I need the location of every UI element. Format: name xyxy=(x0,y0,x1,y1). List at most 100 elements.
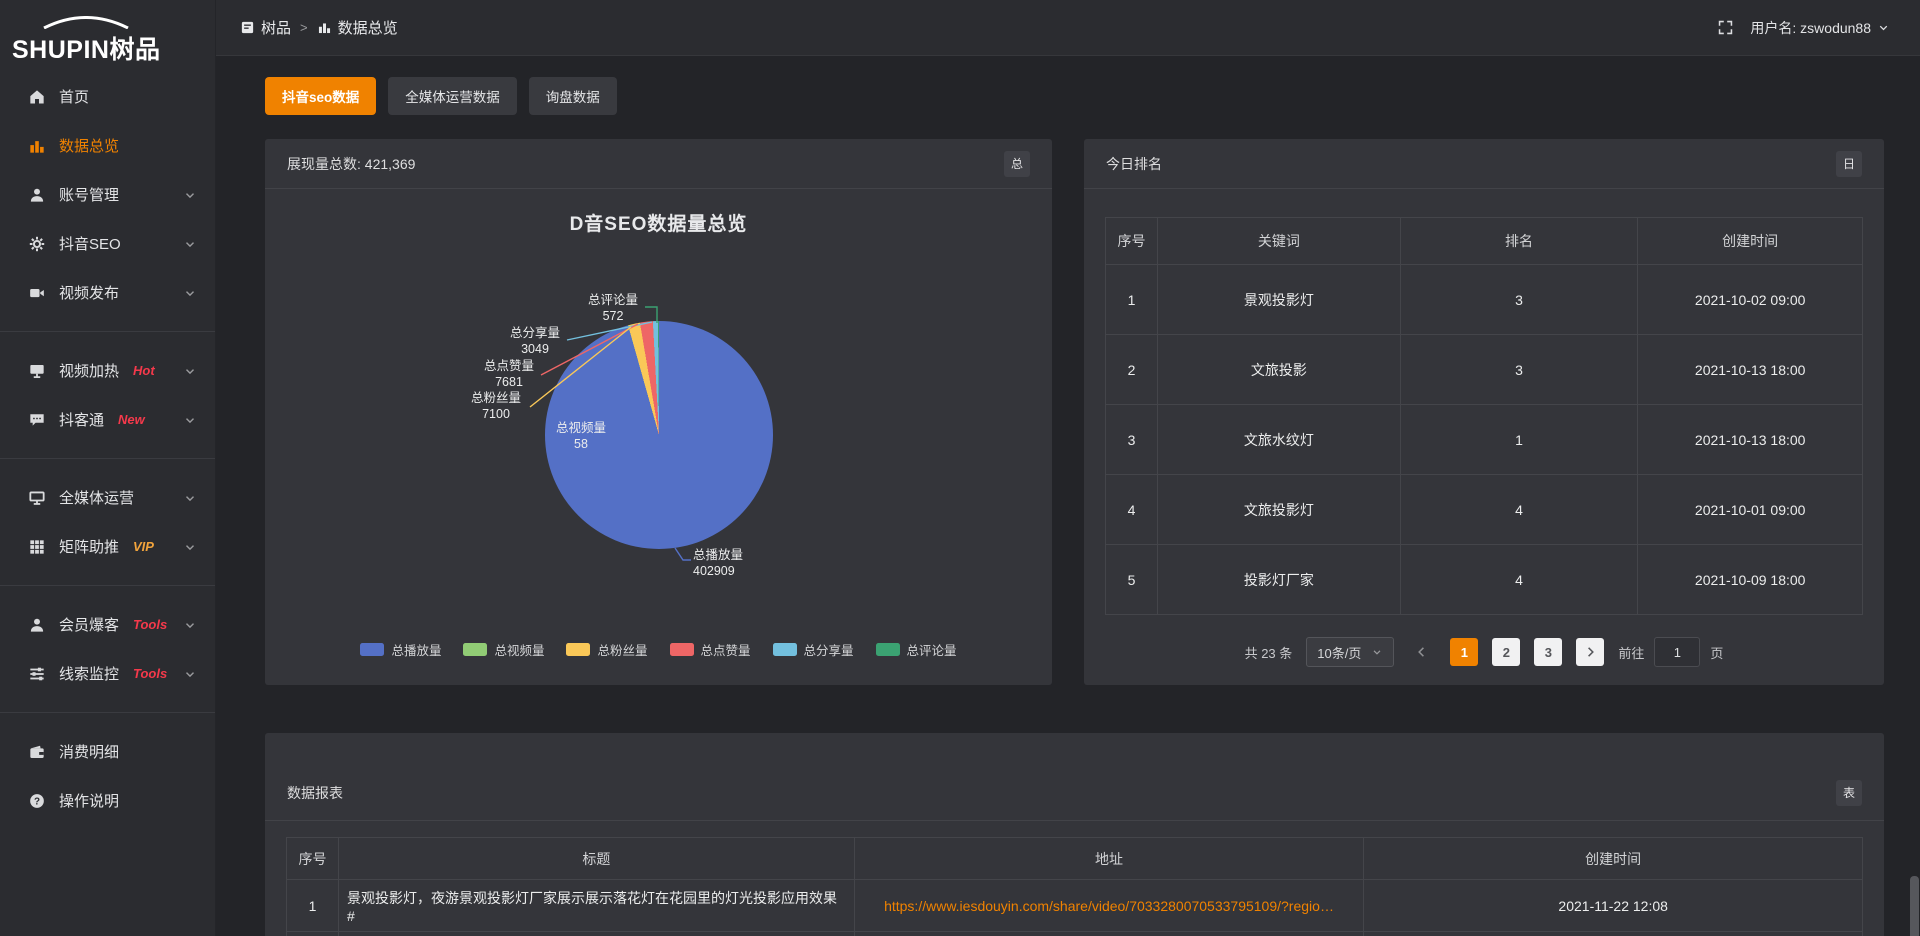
page-jump: 前往 页 xyxy=(1618,637,1723,667)
sidebar-item-douyin-seo[interactable]: 抖音SEO xyxy=(0,219,215,268)
sidebar-item-doketong[interactable]: 抖客通 New xyxy=(0,395,215,444)
legend-item[interactable]: 总分享量 xyxy=(773,640,854,659)
tab-douyin-seo-data[interactable]: 抖音seo数据 xyxy=(265,77,376,115)
screen-icon xyxy=(27,362,46,380)
topbar: 树品 > 数据总览 用户名: zswodun88 xyxy=(216,0,1920,56)
tab-inquiry-data[interactable]: 询盘数据 xyxy=(529,77,617,115)
scrollbar-thumb[interactable] xyxy=(1910,876,1919,936)
table-cell: 文旅投影灯 xyxy=(1157,474,1400,544)
day-view-button[interactable]: 日 xyxy=(1836,151,1862,177)
sidebar-item-label: 消费明细 xyxy=(59,741,119,762)
sidebar-item-video-heating[interactable]: 视频加热 Hot xyxy=(0,346,215,395)
legend-item[interactable]: 总点赞量 xyxy=(670,640,751,659)
chevron-down-icon xyxy=(1371,646,1383,658)
tab-omnimedia-data[interactable]: 全媒体运营数据 xyxy=(388,77,517,115)
page-jump-input[interactable] xyxy=(1654,637,1700,667)
sidebar-item-video-publish[interactable]: 视频发布 xyxy=(0,268,215,317)
legend-item[interactable]: 总视频量 xyxy=(463,640,544,659)
next-page-button[interactable] xyxy=(1576,638,1604,666)
legend-item[interactable]: 总播放量 xyxy=(360,640,441,659)
pie-label-fans: 总粉丝量 7100 xyxy=(453,390,539,422)
column-header: 序号 xyxy=(286,837,338,879)
legend-swatch xyxy=(876,643,900,656)
table-cell: 4 xyxy=(1400,474,1638,544)
sidebar-nav: 首页 数据总览 账号管理 抖音SEO 视频发布 xyxy=(0,72,215,825)
table-cell: 2021-10-01 09:00 xyxy=(1637,474,1862,544)
gear-icon xyxy=(27,235,46,253)
pie-label-shares: 总分享量 3049 xyxy=(492,325,578,357)
divider xyxy=(0,458,215,459)
prev-page-button[interactable] xyxy=(1408,638,1436,666)
hot-badge: Hot xyxy=(133,363,155,378)
panel-row: 展现量总数: 421,369 总 D音SEO数据量总览 xyxy=(265,139,1884,685)
vip-badge: VIP xyxy=(133,539,154,554)
table-cell: 2021-10-02 09:00 xyxy=(1637,264,1862,334)
breadcrumb: 树品 > 数据总览 xyxy=(240,17,398,38)
bar-chart-icon xyxy=(27,137,46,155)
sidebar-item-label: 账号管理 xyxy=(59,184,119,205)
sidebar-item-matrix-boost[interactable]: 矩阵助推 VIP xyxy=(0,522,215,571)
table-cell: 2021-10-09 18:00 xyxy=(1637,544,1862,614)
breadcrumb-label: 树品 xyxy=(261,17,291,38)
svg-text:?: ? xyxy=(33,796,39,807)
divider xyxy=(0,712,215,713)
report-title: 数据报表 xyxy=(287,783,343,803)
sidebar-item-label: 视频加热 xyxy=(59,360,119,381)
sidebar-item-data-overview[interactable]: 数据总览 xyxy=(0,121,215,170)
overview-panel-header: 展现量总数: 421,369 总 xyxy=(265,139,1052,189)
table-view-button[interactable]: 表 xyxy=(1836,780,1862,806)
total-view-button[interactable]: 总 xyxy=(1004,151,1030,177)
table-cell: 2021-10-13 18:00 xyxy=(1637,334,1862,404)
column-header: 标题 xyxy=(338,837,854,879)
table-cell: 文旅投影 xyxy=(1157,334,1400,404)
tools-badge: Tools xyxy=(133,666,167,681)
overview-panel: 展现量总数: 421,369 总 D音SEO数据量总览 xyxy=(265,139,1052,685)
fullscreen-button[interactable] xyxy=(1717,19,1734,36)
fullscreen-icon xyxy=(1717,19,1734,36)
legend-item[interactable]: 总评论量 xyxy=(876,640,957,659)
ranking-table: 序号 关键词 排名 创建时间 1 景观投影灯 3 2021-10-02 09:0… xyxy=(1105,217,1863,615)
sidebar-item-clue-monitor[interactable]: 线索监控 Tools xyxy=(0,649,215,698)
user-icon xyxy=(27,186,46,204)
sidebar-item-member-baoke[interactable]: 会员爆客 Tools xyxy=(0,600,215,649)
legend-swatch xyxy=(670,643,694,656)
sidebar-item-consumption-detail[interactable]: 消费明细 xyxy=(0,727,215,776)
table-cell: 2021-11-22 12:08 xyxy=(1363,879,1862,931)
sidebar-item-label: 线索监控 xyxy=(59,663,119,684)
username-dropdown[interactable]: 用户名: zswodun88 xyxy=(1750,18,1890,38)
breadcrumb-label: 数据总览 xyxy=(338,17,398,38)
home-icon xyxy=(27,88,46,106)
sidebar-item-account[interactable]: 账号管理 xyxy=(0,170,215,219)
chevron-down-icon xyxy=(183,364,197,378)
legend-swatch xyxy=(566,643,590,656)
pie-label-comments: 总评论量 572 xyxy=(570,292,656,324)
legend-swatch xyxy=(463,643,487,656)
breadcrumb-item-data-overview[interactable]: 数据总览 xyxy=(317,17,398,38)
legend-item[interactable]: 总粉丝量 xyxy=(566,640,647,659)
user-area: 用户名: zswodun88 xyxy=(1717,18,1890,38)
sidebar-item-label: 视频发布 xyxy=(59,282,119,303)
page-size-select[interactable]: 10条/页 xyxy=(1306,637,1394,667)
chevron-down-icon xyxy=(183,286,197,300)
divider xyxy=(0,331,215,332)
chevron-down-icon xyxy=(183,540,197,554)
sidebar-item-label: 首页 xyxy=(59,86,89,107)
column-header: 排名 xyxy=(1400,217,1638,264)
table-cell: 3 xyxy=(1400,334,1638,404)
video-link[interactable]: https://www.iesdouyin.com/share/video/70… xyxy=(854,879,1364,931)
sidebar-item-help[interactable]: ? 操作说明 xyxy=(0,776,215,825)
table-cell: 2 xyxy=(1105,334,1157,404)
sidebar-item-home[interactable]: 首页 xyxy=(0,72,215,121)
breadcrumb-separator: > xyxy=(300,20,308,35)
page-button-3[interactable]: 3 xyxy=(1534,638,1562,666)
page-button-1[interactable]: 1 xyxy=(1450,638,1478,666)
chevron-down-icon xyxy=(1877,21,1890,34)
pie-label-plays: 总播放量 402909 xyxy=(693,547,743,579)
table-cell: 5 xyxy=(1105,544,1157,614)
tools-badge: Tools xyxy=(133,617,167,632)
sidebar-item-omnimedia[interactable]: 全媒体运营 xyxy=(0,473,215,522)
breadcrumb-item-shupin[interactable]: 树品 xyxy=(240,17,291,38)
chevron-left-icon xyxy=(1415,645,1429,659)
page-button-2[interactable]: 2 xyxy=(1492,638,1520,666)
app-root: SHUPIN树品 首页 数据总览 账号管理 抖音SEO xyxy=(0,0,1920,936)
